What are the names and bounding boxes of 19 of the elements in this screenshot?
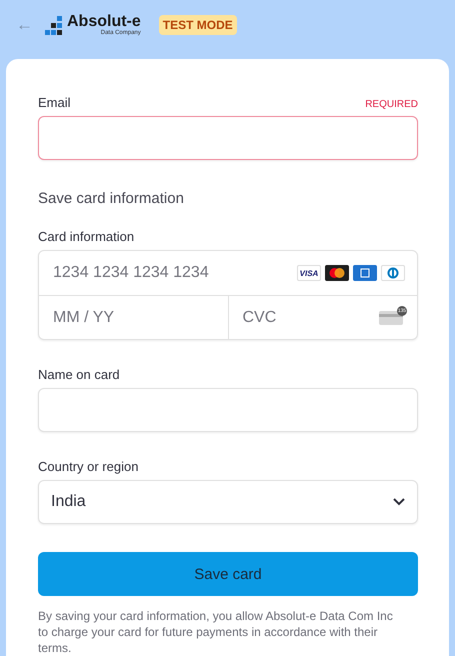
amex-logo [353, 265, 377, 281]
email-field[interactable] [38, 116, 418, 160]
logo-text: Absolut-e [67, 14, 141, 30]
field-label: Card information [38, 229, 134, 244]
field-label: Email [38, 95, 71, 110]
logo-icon [43, 16, 65, 36]
name-field[interactable] [38, 388, 418, 432]
section-title: Save card information [38, 190, 185, 207]
country-select[interactable]: India [38, 480, 418, 524]
test-mode-badge: TEST MODE [158, 14, 237, 34]
chevron-down-icon [393, 498, 405, 506]
diners-logo [381, 265, 405, 281]
field-label: Country or region [38, 459, 138, 474]
field-label: Name on card [38, 367, 120, 382]
mastercard-logo [325, 265, 349, 281]
required-label: REQUIRED [365, 99, 418, 110]
visa-logo: VISA [297, 265, 321, 281]
save-card-button[interactable]: Save card [38, 552, 418, 596]
terms-text: By saving your card information, you allow Absolut-e Data Com Inc to charge your card for future payments in accordance with their terms. [38, 608, 394, 656]
